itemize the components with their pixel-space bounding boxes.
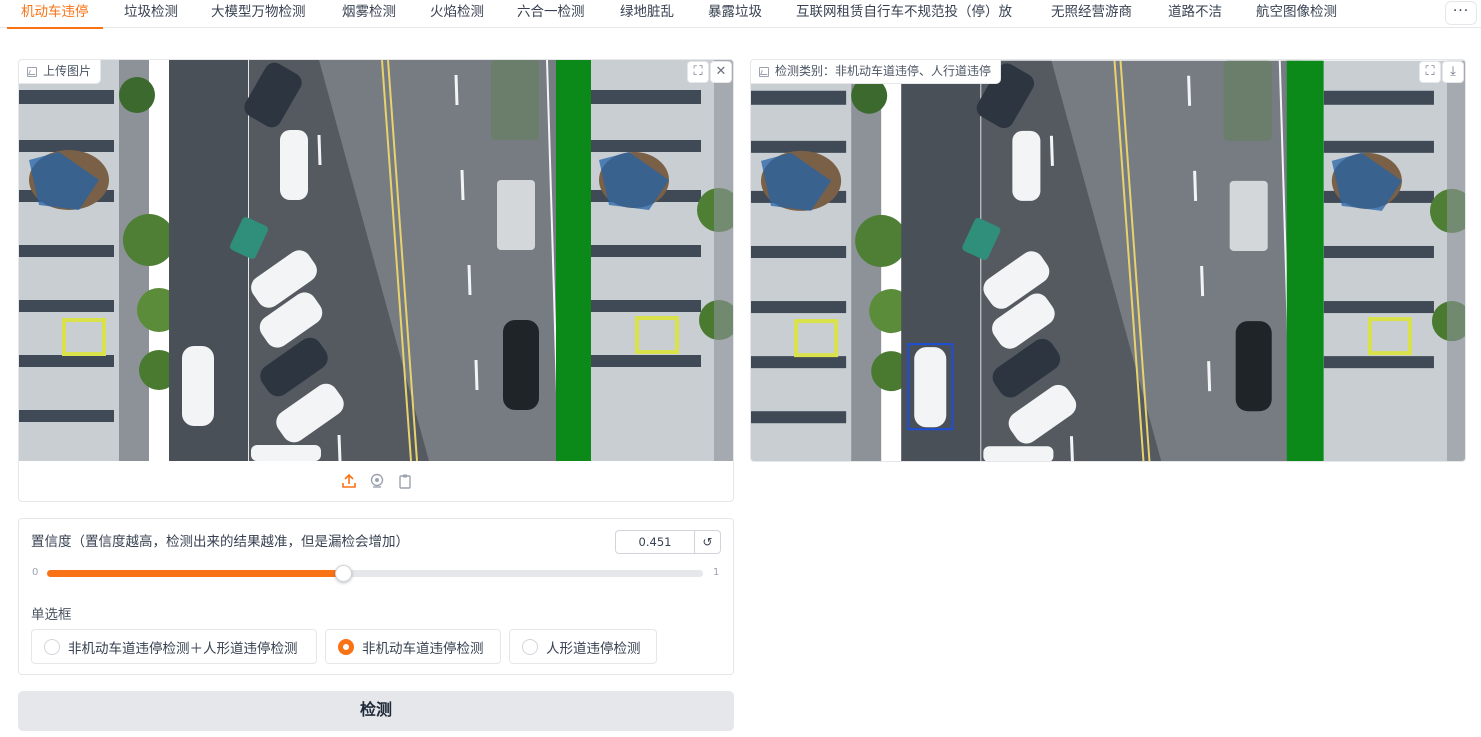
fullscreen-icon[interactable]: ⛶ — [687, 61, 709, 83]
image-icon — [759, 66, 769, 77]
tab-green-land-mess[interactable]: 绿地脏乱 — [620, 0, 674, 28]
radio-option-label: 非机动车道违停检测 — [362, 640, 484, 657]
radio-option-sidewalk[interactable]: 人形道违停检测 — [509, 629, 657, 664]
tab-smoke-detection[interactable]: 烟雾检测 — [342, 0, 396, 28]
input-image — [19, 60, 733, 461]
tab-aerial-detection[interactable]: 航空图像检测 — [1256, 0, 1337, 28]
tab-fire-detection[interactable]: 火焰检测 — [430, 0, 484, 28]
slider-max-label: 1 — [713, 567, 720, 578]
confidence-number-input[interactable]: 0.451 — [615, 530, 695, 554]
webcam-icon[interactable] — [369, 473, 385, 489]
clipboard-icon[interactable] — [397, 473, 413, 489]
input-image-panel[interactable]: 上传图片 ⛶ ✕ — [18, 59, 734, 502]
tab-bike-parking[interactable]: 互联网租赁自行车不规范投（停）放 — [796, 0, 1012, 28]
tab-unlicensed-vendors[interactable]: 无照经营游商 — [1051, 0, 1132, 28]
tab-motor-vehicle-parking[interactable]: 机动车违停 — [7, 0, 102, 29]
download-icon[interactable]: ⤓ — [1442, 61, 1464, 83]
slider-min-label: 0 — [32, 567, 39, 578]
radio-option-label: 非机动车道违停检测＋人形道违停检测 — [68, 640, 298, 657]
radio-dot — [44, 638, 60, 655]
tab-large-model-detection[interactable]: 大模型万物检测 — [211, 0, 306, 28]
detect-button[interactable]: 检测 — [18, 691, 734, 731]
output-panel-label: 检测类别：非机动车道违停、人行道违停 — [751, 60, 1002, 84]
slider-fill — [47, 570, 343, 577]
confidence-slider[interactable] — [47, 565, 703, 582]
source-selector — [19, 461, 733, 501]
image-icon — [27, 66, 37, 77]
slider-thumb[interactable] — [334, 565, 352, 582]
tab-bar: 机动车违停 垃圾检测 大模型万物检测 烟雾检测 火焰检测 六合一检测 绿地脏乱 … — [0, 0, 1481, 29]
radio-option-combined[interactable]: 非机动车道违停检测＋人形道违停检测 — [31, 629, 317, 664]
radio-dot — [522, 638, 538, 655]
input-panel-label: 上传图片 — [19, 60, 102, 84]
input-label-text: 上传图片 — [43, 64, 92, 78]
radio-dot — [338, 638, 354, 655]
more-tabs-button[interactable]: ··· — [1445, 1, 1477, 25]
output-image-panel: 检测类别：非机动车道违停、人行道违停 ⛶ ⤓ — [750, 59, 1466, 462]
output-label-text: 检测类别：非机动车道违停、人行道违停 — [775, 64, 992, 78]
tab-dirty-road[interactable]: 道路不洁 — [1168, 0, 1222, 28]
radio-group-label: 单选框 — [31, 607, 72, 623]
radio-option-non-motor[interactable]: 非机动车道违停检测 — [325, 629, 501, 664]
upload-icon[interactable] — [341, 473, 357, 489]
controls-panel: 置信度（置信度越高，检测出来的结果越准，但是漏检会增加） 0.451 ↺ 0 1… — [18, 518, 734, 675]
fullscreen-icon[interactable]: ⛶ — [1419, 61, 1441, 83]
radio-option-label: 人形道违停检测 — [546, 640, 641, 657]
tab-six-in-one[interactable]: 六合一检测 — [517, 0, 585, 28]
output-image — [751, 60, 1465, 461]
tab-garbage-detection[interactable]: 垃圾检测 — [124, 0, 178, 28]
tab-exposed-garbage[interactable]: 暴露垃圾 — [708, 0, 762, 28]
reset-button[interactable]: ↺ — [694, 530, 721, 554]
close-icon[interactable]: ✕ — [710, 61, 732, 83]
confidence-label: 置信度（置信度越高，检测出来的结果越准，但是漏检会增加） — [31, 534, 409, 550]
